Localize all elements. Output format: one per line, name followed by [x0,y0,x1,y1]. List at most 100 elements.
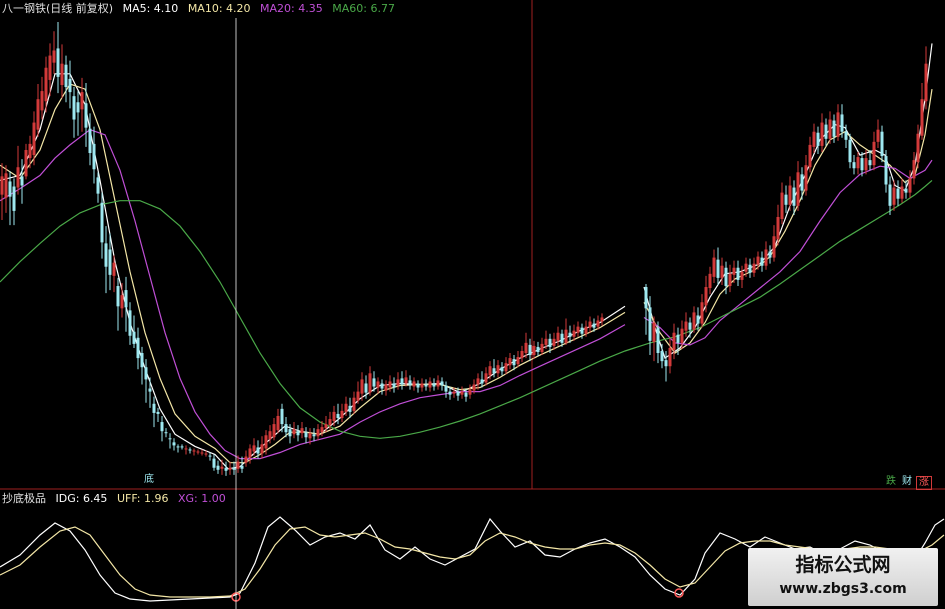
candle-body [724,267,728,287]
candle-body [876,129,880,142]
candle-body [364,383,368,393]
ma20-legend: MA20: 4.35 [260,2,323,15]
candle-up [588,316,592,333]
candle-body [344,403,348,412]
candle-body [384,384,388,391]
candle-up [876,119,880,148]
candle-up [292,422,296,439]
candle-up [300,422,304,439]
candle-body [0,176,4,195]
candle-body [884,156,888,185]
candle-up [276,408,280,434]
candle-body [372,378,376,387]
candle-down [232,461,236,475]
candle-up [552,332,556,350]
candle-body [912,160,916,179]
candle-body [336,413,340,418]
candle-up [412,377,416,391]
candle-down [164,428,168,438]
candle-body [152,403,156,413]
candle-body [832,120,836,137]
candle-up [812,123,816,154]
candle-body [880,131,884,157]
candle-down [72,87,76,138]
candle-up [764,241,768,270]
candle-body [436,380,440,387]
candle-body [196,451,200,453]
candle-body [348,405,352,412]
candle-down [8,171,12,226]
candle-body [236,461,240,469]
candle-body [588,321,592,328]
candle-up [52,31,56,74]
candle-down [296,425,300,442]
candle-down [304,427,308,444]
candle-down [880,125,884,163]
candle-down [180,444,184,450]
candle-body [732,267,736,275]
candle-body [148,388,152,392]
candle-body [908,178,912,193]
candle-body [432,383,436,387]
candle-body [868,160,872,166]
candle-body [308,433,312,439]
candle-down [56,22,60,94]
candle-up [316,424,320,441]
candle-down [144,359,148,403]
bottom-tag: 底 [144,474,154,485]
candle-body [584,326,588,334]
candle-body [16,167,20,188]
candle-down [444,381,448,398]
candle-body [516,357,520,365]
candle-body [92,143,96,170]
candle-body [444,385,448,392]
candle-down [208,452,212,461]
candle-down [176,444,180,453]
candle-body [48,55,52,80]
candle-down [392,377,396,393]
candle-body [772,236,776,258]
candle-down [528,338,532,362]
candle-down [156,407,160,423]
chart-canvas[interactable] [0,0,945,609]
candle-body [656,327,660,354]
candle-down [124,276,128,332]
candle-up [872,131,876,171]
candle-body [52,50,56,63]
candle-body [496,365,500,374]
candle-up [668,337,672,374]
candle-up [700,294,704,328]
candle-up [460,386,464,399]
candle-down [128,302,132,345]
candle-up [60,44,64,99]
candle-body [88,128,92,154]
candle-body [852,162,856,169]
candle-body [864,158,868,171]
uff-legend: UFF: 1.96 [116,492,169,505]
candle-body [4,173,8,198]
candle-up [540,337,544,356]
candle-body [68,78,72,93]
candle-body [472,384,476,391]
candle-down [92,126,96,184]
candle-body [380,383,384,389]
candle-body [548,338,552,347]
candle-up [228,461,232,475]
candle-body [120,295,124,309]
candle-down [172,438,176,451]
candle-down [440,377,444,391]
candle-down [480,371,484,388]
candle-body [212,458,216,468]
candle-body [404,377,408,384]
candle-up [900,178,904,203]
candle-up [740,265,744,289]
candle-body [580,327,584,334]
candle-down [136,327,140,370]
candle-body [24,149,28,177]
candle-body [596,320,600,327]
candle-body [168,438,172,440]
candle-body [592,323,596,328]
candle-down [152,396,156,428]
candle-down [68,60,72,109]
candle-up [352,391,356,414]
